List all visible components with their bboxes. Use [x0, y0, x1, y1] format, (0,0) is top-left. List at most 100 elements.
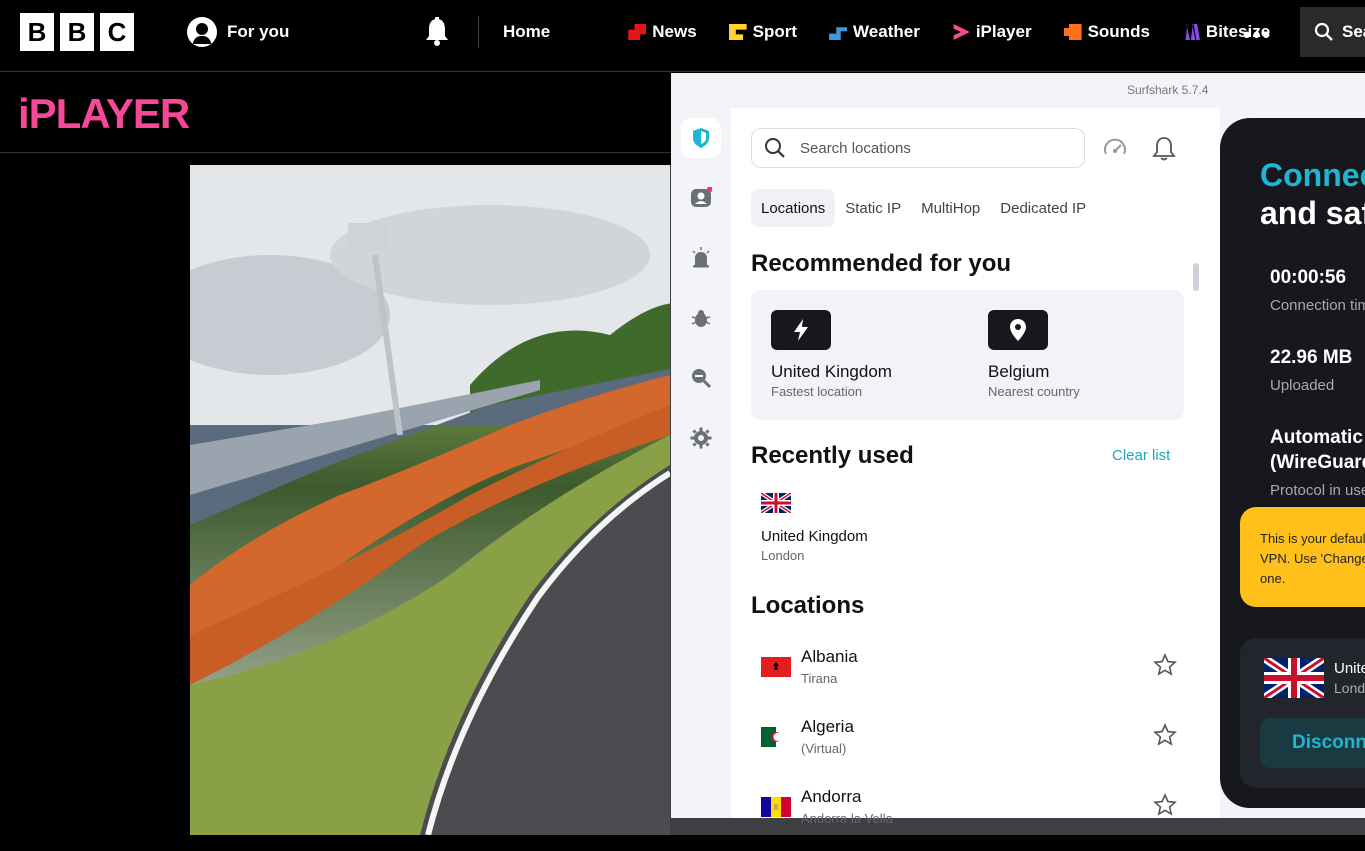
- recently-used-heading: Recently used: [751, 442, 914, 469]
- sport-logo-icon: [728, 24, 747, 40]
- nav-home[interactable]: Home: [503, 22, 550, 42]
- favorite-star-icon[interactable]: [1153, 793, 1177, 817]
- nav-sounds[interactable]: Sounds: [1063, 22, 1150, 42]
- search-nav-button[interactable]: [681, 358, 721, 398]
- locations-scrollbar[interactable]: [1193, 263, 1199, 291]
- vpn-nav-button[interactable]: [681, 118, 721, 158]
- favorite-star-icon[interactable]: [1153, 653, 1177, 677]
- location-name: Andorra: [801, 787, 862, 806]
- nav-iplayer[interactable]: iPlayer: [952, 22, 1032, 42]
- iplayer-logo[interactable]: iPLAYER: [18, 90, 190, 138]
- search-locations-input[interactable]: [800, 139, 1060, 157]
- connected-location-city: London: [1334, 680, 1365, 696]
- nav-divider: [478, 16, 479, 48]
- location-row-albania[interactable]: Albania Tirana: [761, 643, 1181, 703]
- gear-icon: [690, 427, 712, 449]
- account-icon: [187, 17, 217, 47]
- recent-location-name: United Kingdom: [761, 528, 868, 545]
- uploaded-value: 22.96 MB: [1270, 347, 1353, 368]
- iplayer-header: iPLAYER: [0, 73, 671, 153]
- favorite-star-icon[interactable]: [1153, 723, 1177, 747]
- location-name: Albania: [801, 647, 858, 666]
- disconnect-button[interactable]: Disconnect: [1260, 718, 1365, 768]
- recommended-item[interactable]: United Kingdom Fastest location: [771, 310, 892, 399]
- account-nav-button[interactable]: [681, 178, 721, 218]
- more-menu-icon[interactable]: •••: [1243, 22, 1272, 48]
- algeria-flag-icon: [761, 727, 791, 747]
- alert-nav-button[interactable]: [681, 238, 721, 278]
- bbc-search-label: Sea: [1342, 22, 1365, 41]
- connection-title: Connected: [1260, 157, 1365, 193]
- user-icon: [691, 187, 712, 207]
- albania-flag-icon: [761, 657, 791, 677]
- nav-iplayer-label: iPlayer: [975, 22, 1032, 41]
- protocol-value: Automatic: [1270, 427, 1363, 448]
- nav-sport-label: Sport: [752, 22, 798, 41]
- bug-icon: [691, 310, 711, 327]
- nav-news[interactable]: News: [628, 22, 697, 42]
- recommended-name: United Kingdom: [771, 362, 892, 381]
- bbc-search-button[interactable]: Sea: [1300, 7, 1365, 57]
- protocol-value-second: (WireGuard): [1270, 452, 1365, 473]
- speed-test-icon[interactable]: [1102, 136, 1128, 162]
- bitesize-logo-icon: [1181, 24, 1200, 40]
- tab-multihop[interactable]: MultiHop: [911, 189, 990, 227]
- default-vpn-tooltip: This is your default VPN. Use 'Change' o…: [1240, 507, 1365, 607]
- antivirus-nav-button[interactable]: [681, 298, 721, 338]
- for-you-label: For you: [227, 22, 290, 41]
- location-pin-icon: [1010, 319, 1026, 341]
- app-version: Surfshark 5.7.4: [1127, 83, 1209, 97]
- connection-title-second: and safe: [1260, 195, 1365, 231]
- lightning-icon: [794, 319, 808, 341]
- location-city: (Virtual): [801, 741, 847, 756]
- connected-location-name: United Kingdom: [1334, 660, 1365, 677]
- location-city: Andorra la Vella: [801, 811, 893, 826]
- search-locations-box[interactable]: [751, 128, 1085, 168]
- location-row-algeria[interactable]: Algeria (Virtual): [761, 713, 1181, 773]
- for-you-link[interactable]: For you: [187, 17, 289, 47]
- tooltip-line: This is your default: [1260, 531, 1365, 546]
- recommended-name: Belgium: [988, 362, 1050, 381]
- bbc-logo-letter: C: [100, 13, 134, 51]
- clear-list-link[interactable]: Clear list: [1112, 447, 1170, 464]
- uk-flag-icon: [761, 493, 791, 513]
- tab-dedicated-ip[interactable]: Dedicated IP: [990, 189, 1096, 227]
- tooltip-line: VPN. Use 'Change': [1260, 551, 1365, 566]
- connection-status-panel: Connected and safe 00:00:56 Connection t…: [1220, 118, 1365, 808]
- uploaded-label: Uploaded: [1270, 377, 1335, 394]
- recent-location-city: London: [761, 548, 805, 563]
- bbc-top-nav: B B C For you Home News Sport Weather iP…: [0, 0, 1365, 72]
- weather-logo-icon: [829, 27, 848, 40]
- location-name: Algeria: [801, 717, 854, 736]
- recommended-item[interactable]: Belgium Nearest country: [988, 310, 1080, 399]
- search-icon: [765, 138, 785, 158]
- location-row-andorra[interactable]: Andorra Andorra la Vella: [761, 783, 1181, 843]
- location-tabs: Locations Static IP MultiHop Dedicated I…: [751, 189, 1096, 227]
- uk-flag-icon: [1264, 658, 1324, 698]
- bbc-logo-letter: B: [60, 13, 94, 51]
- recommended-sub: Fastest location: [771, 384, 863, 399]
- recent-location-item[interactable]: United Kingdom London: [761, 493, 868, 563]
- recommended-card: United Kingdom Fastest location Belgium …: [751, 290, 1184, 420]
- tab-static-ip[interactable]: Static IP: [835, 189, 911, 227]
- protocol-label: Protocol in use: [1270, 482, 1365, 499]
- locations-heading: Locations: [751, 592, 865, 619]
- connected-location-card: United Kingdom London Disconnect: [1240, 638, 1365, 788]
- surfshark-window: Surfshark 5.7.4 Locations Static: [671, 73, 1365, 826]
- nav-home-label: Home: [503, 22, 551, 41]
- recommended-heading: Recommended for you: [751, 250, 1012, 277]
- iplayer-logo-icon: [953, 24, 970, 40]
- bbc-logo[interactable]: B B C: [20, 13, 134, 51]
- nav-sounds-label: Sounds: [1087, 22, 1150, 41]
- settings-nav-button[interactable]: [681, 418, 721, 458]
- magnifier-icon: [692, 369, 712, 389]
- bbc-nav-links: Home News Sport Weather iPlayer Sounds B…: [503, 22, 1302, 42]
- notification-bell-icon[interactable]: [1152, 136, 1176, 162]
- notifications-bell-icon[interactable]: [423, 17, 451, 47]
- nav-weather[interactable]: Weather: [829, 22, 920, 42]
- connection-time-value: 00:00:56: [1270, 267, 1347, 288]
- connection-time-label: Connection time: [1270, 297, 1365, 314]
- search-icon: [1314, 22, 1333, 41]
- nav-sport[interactable]: Sport: [728, 22, 798, 42]
- tab-locations[interactable]: Locations: [751, 189, 836, 227]
